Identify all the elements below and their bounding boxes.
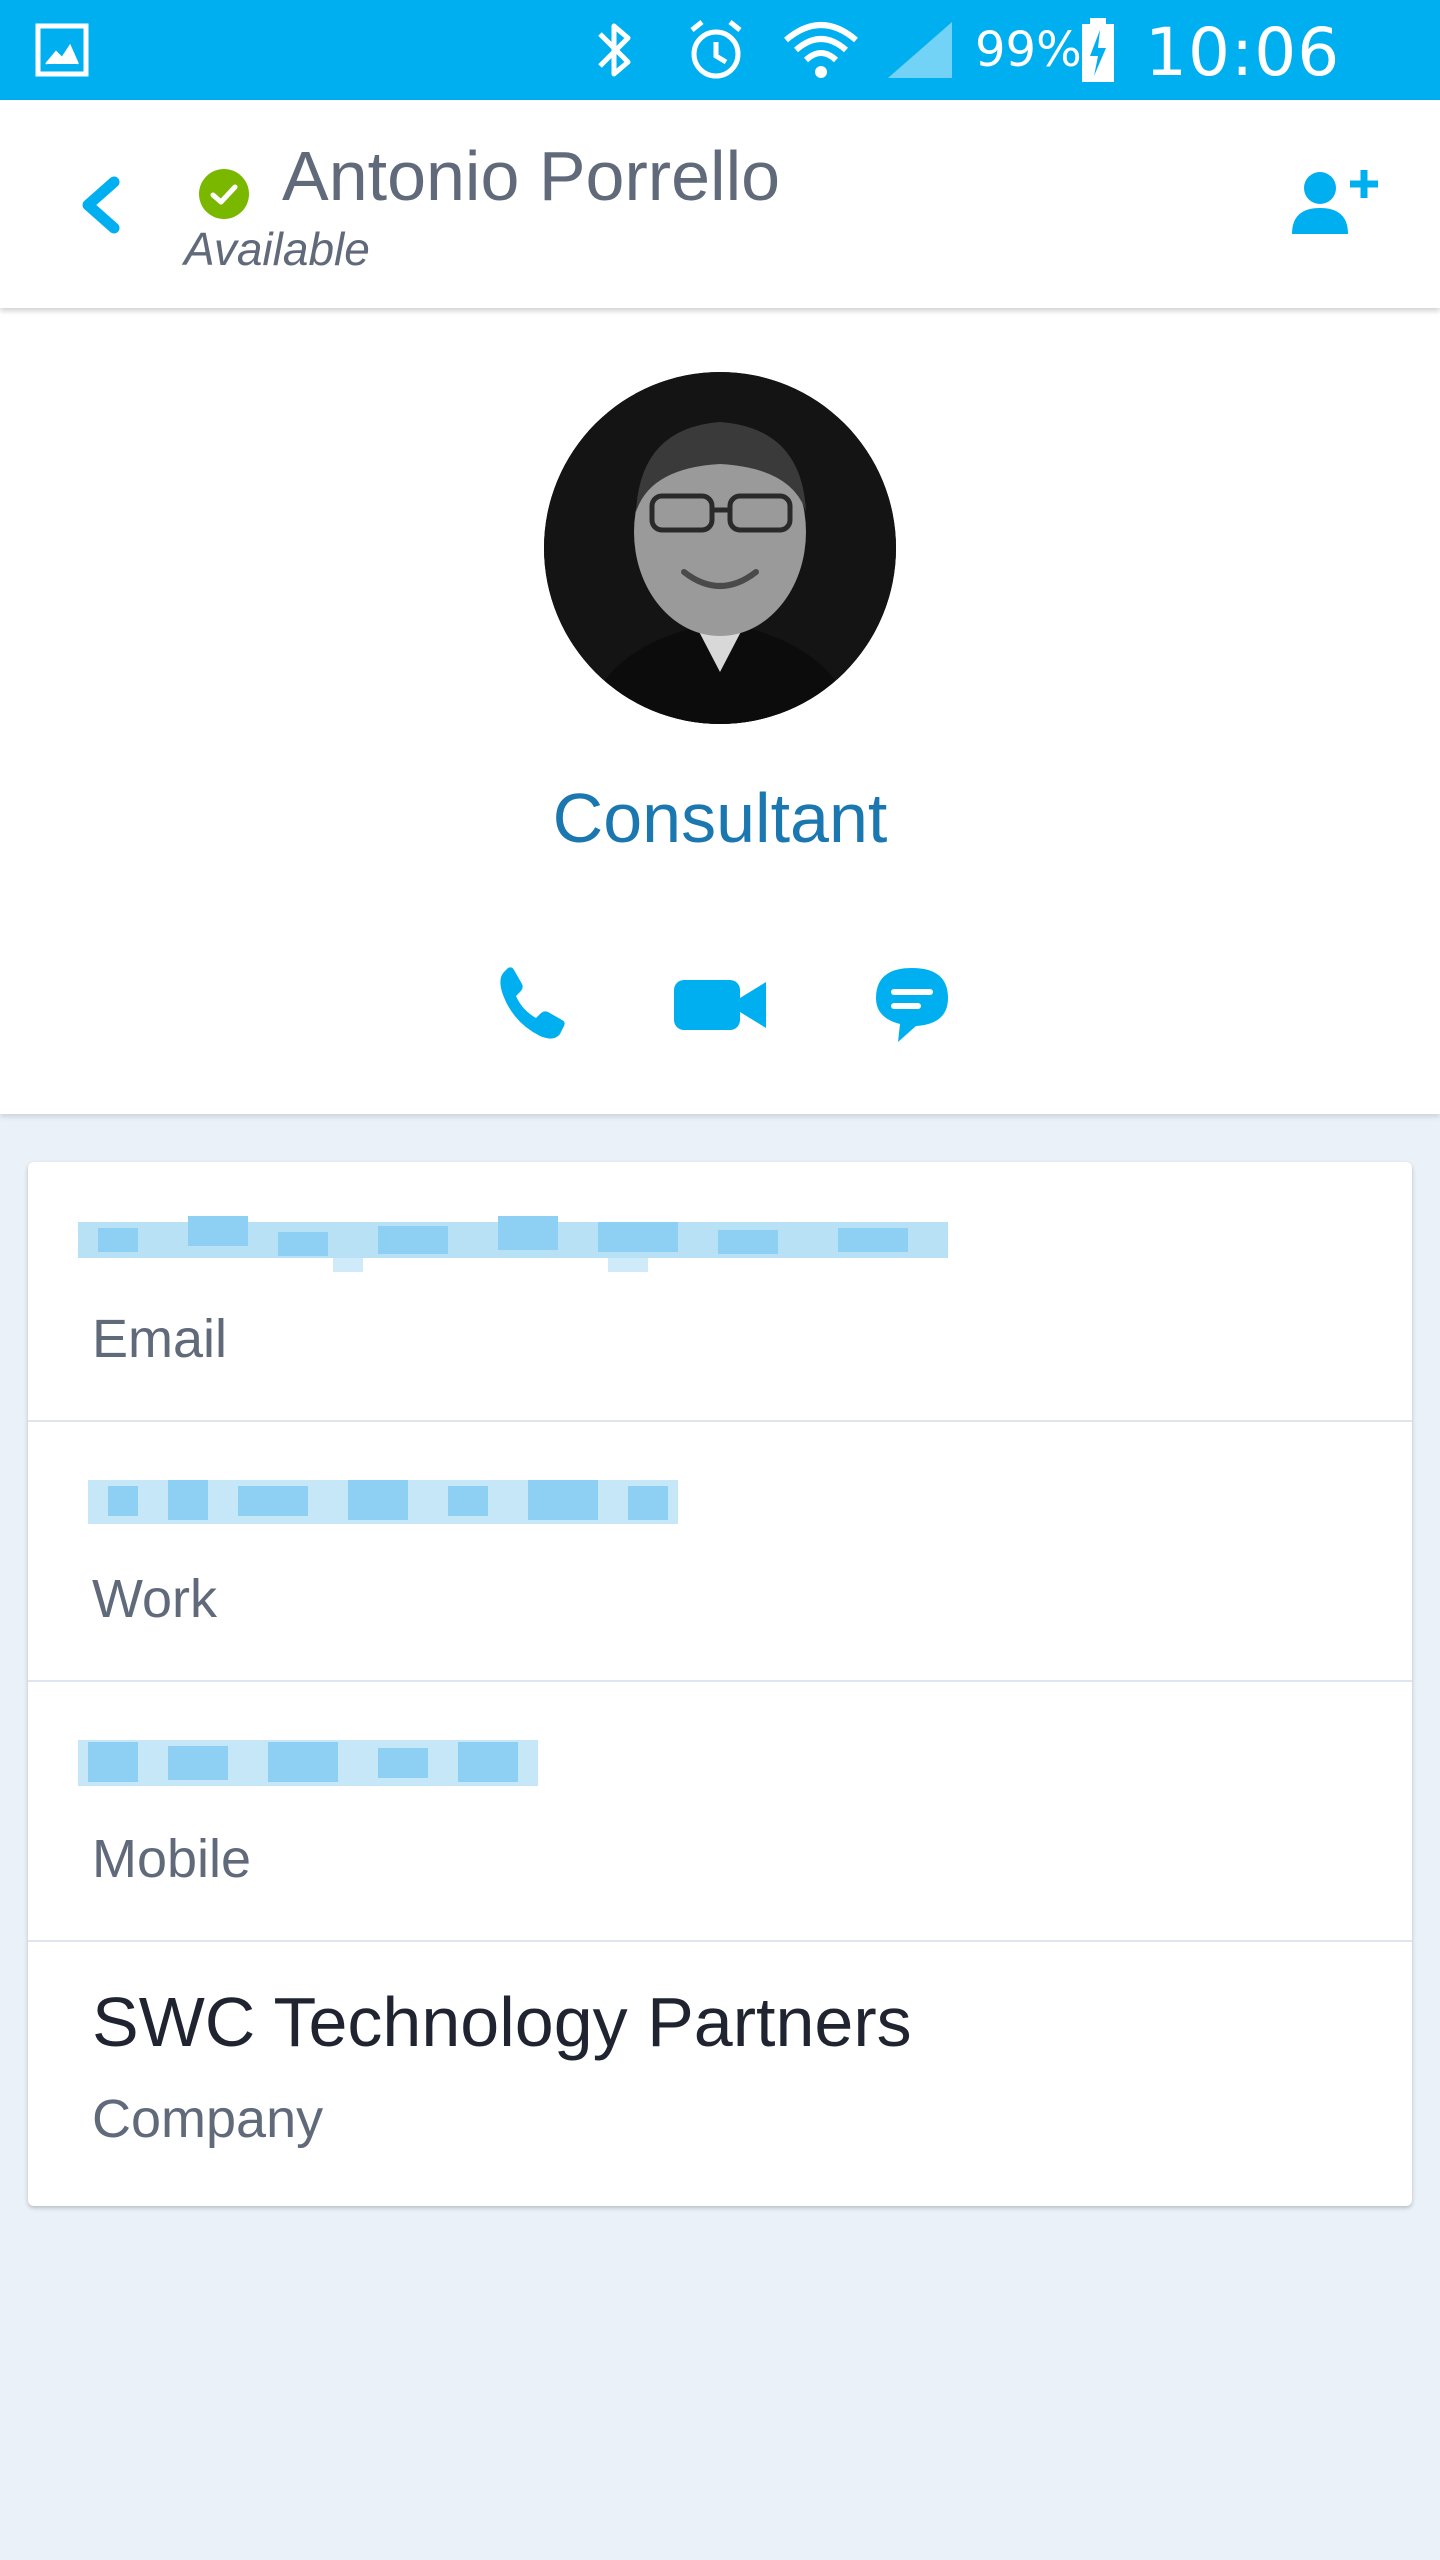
email-label: Email [92,1309,228,1369]
redacted-mobile-value [78,1740,538,1786]
avatar [544,372,896,724]
presence-available-icon [199,169,249,219]
video-icon[interactable] [672,958,768,1048]
company-label: Company [92,2089,324,2149]
battery-charging-icon [1082,18,1114,82]
email-row[interactable]: Email [28,1162,1412,1422]
company-value: SWC Technology Partners [92,1983,912,2061]
battery-percent: 99% [975,22,1082,78]
redacted-work-value [88,1480,678,1524]
work-phone-row[interactable]: Work [28,1422,1412,1682]
status-bar: 99% 10:06 PM [0,0,1440,168]
gallery-icon [35,23,89,77]
profile-section: Consultant [0,308,1440,1114]
alarm-icon [690,20,742,79]
add-contact-button[interactable] [1290,166,1380,238]
signal-icon [888,22,952,78]
redacted-email-value [78,1216,948,1272]
contact-details-card: Email Work Mobile SWC Technology Partner… [28,1162,1412,2206]
company-row[interactable]: SWC Technology Partners Company [28,1942,1412,2202]
mobile-label: Mobile [92,1829,252,1889]
back-button[interactable] [70,170,130,240]
wifi-icon [784,22,858,78]
mobile-phone-row[interactable]: Mobile [28,1682,1412,1942]
chat-icon[interactable] [872,958,952,1048]
work-label: Work [92,1569,218,1629]
presence-status: Available [184,223,370,275]
bluetooth-icon [598,23,631,77]
contact-role: Consultant [552,779,888,857]
contact-name: Antonio Porrello [282,137,781,215]
phone-icon[interactable] [490,958,570,1048]
contact-header: Antonio Porrello Available [0,100,1440,308]
